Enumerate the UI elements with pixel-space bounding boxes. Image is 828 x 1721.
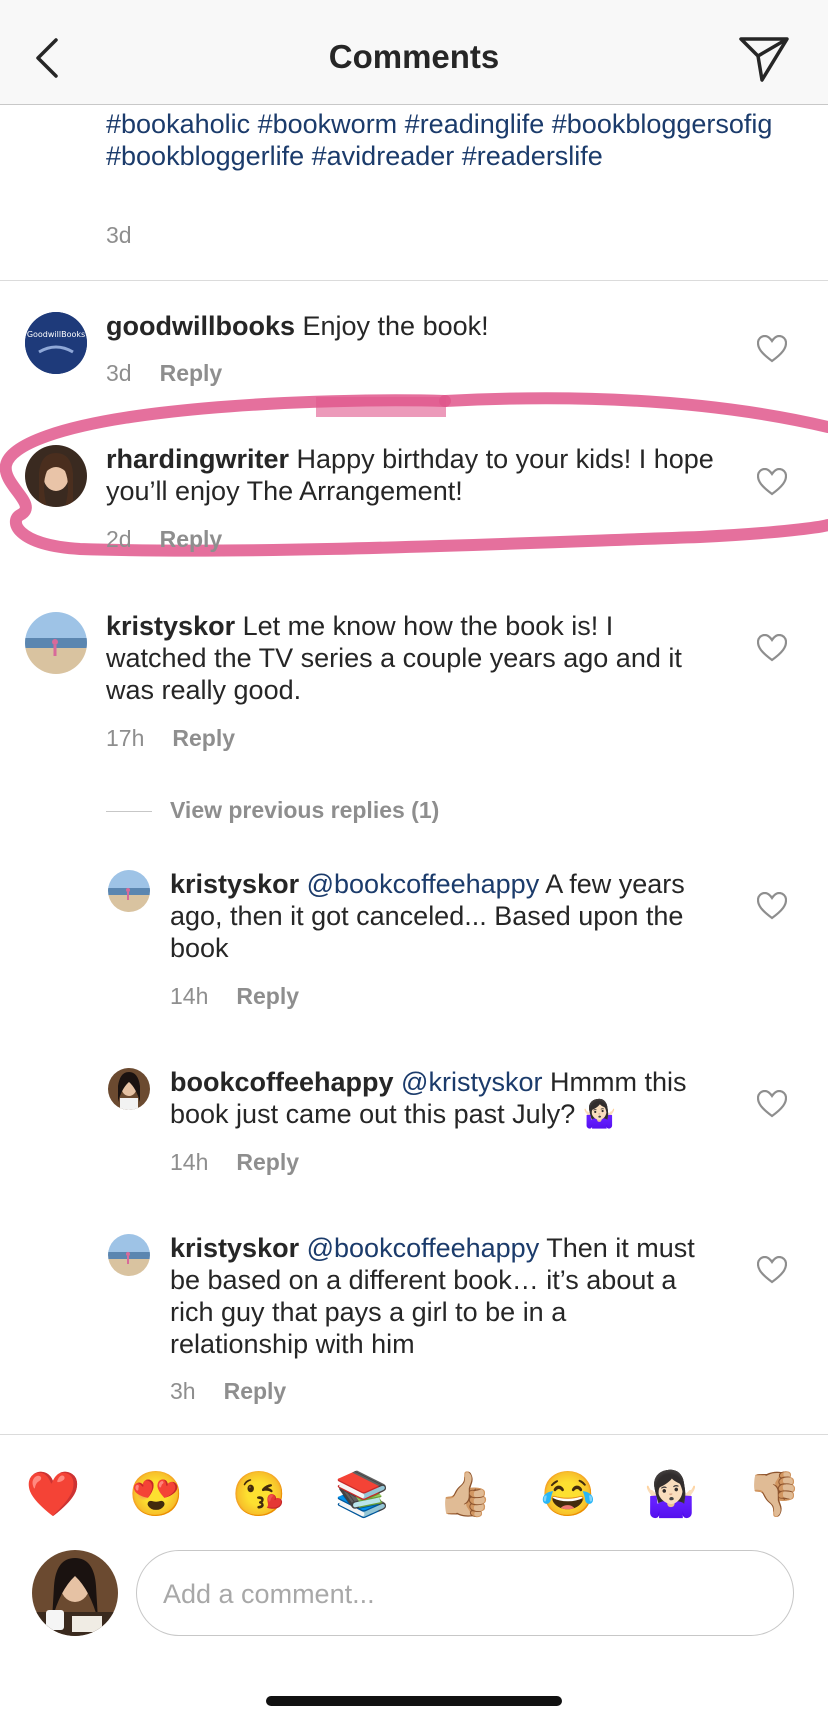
comment-username[interactable]: rhardingwriter: [106, 444, 289, 474]
mention-link[interactable]: @bookcoffeehappy: [307, 1233, 540, 1263]
books-emoji-button[interactable]: 📚: [334, 1467, 390, 1523]
view-previous-label: View previous replies (1): [170, 797, 440, 823]
emoji-quick-bar: ❤️ 😍 😘 📚 👍🏼 😂 🤷🏻‍♀️ 👎🏼: [0, 1434, 828, 1545]
reply-meta: 14h Reply: [170, 983, 299, 1010]
comment-time: 2d: [106, 526, 132, 552]
comment-username[interactable]: goodwillbooks: [106, 311, 295, 341]
reply-time: 3h: [170, 1378, 196, 1404]
reply-username[interactable]: kristyskor: [170, 869, 299, 899]
avatar-logo-text: GoodwillBooks: [27, 330, 85, 339]
reply-button[interactable]: Reply: [172, 725, 235, 751]
thumbs-up-emoji-button[interactable]: 👍🏼: [437, 1467, 493, 1523]
like-heart-icon[interactable]: [757, 634, 787, 662]
reply-button[interactable]: Reply: [224, 1378, 287, 1404]
reply-button[interactable]: Reply: [236, 1149, 299, 1175]
comment-text: rhardingwriter Happy birthday to your ki…: [106, 443, 716, 507]
avatar[interactable]: [108, 1234, 150, 1276]
page-title: Comments: [328, 38, 500, 75]
reply-button[interactable]: Reply: [160, 526, 223, 552]
reply-button[interactable]: Reply: [160, 360, 223, 386]
mention-link[interactable]: @kristyskor: [401, 1067, 542, 1097]
avatar[interactable]: [25, 612, 87, 674]
laughing-emoji-button[interactable]: 😂: [540, 1467, 596, 1523]
reply-text: bookcoffeehappy @kristyskor Hmmm this bo…: [170, 1066, 730, 1130]
reply-meta: 14h Reply: [170, 1149, 299, 1176]
mention-link[interactable]: @bookcoffeehappy: [307, 869, 540, 899]
comment-time: 17h: [106, 725, 145, 751]
comment-input-wrapper: [136, 1550, 794, 1636]
comment-body: Enjoy the book!: [295, 311, 489, 341]
like-heart-icon[interactable]: [757, 892, 787, 920]
caption-hashtags: #bookaholic #bookworm #readinglife #book…: [106, 109, 773, 171]
comment-text: goodwillbooks Enjoy the book!: [106, 310, 716, 342]
avatar[interactable]: GoodwillBooks: [25, 312, 87, 374]
comment-text: kristyskor Let me know how the book is! …: [106, 610, 716, 706]
reply-time: 14h: [170, 983, 209, 1009]
heart-emoji-button[interactable]: ❤️: [25, 1467, 81, 1523]
current-user-avatar: [32, 1550, 118, 1636]
shrug-emoji-button[interactable]: 🤷🏻‍♀️: [643, 1467, 699, 1523]
reply-meta: 3h Reply: [170, 1378, 286, 1405]
comment-meta: 2d Reply: [106, 526, 222, 553]
caption-divider: [0, 280, 828, 281]
reply-text: kristyskor @bookcoffeehappy Then it must…: [170, 1232, 710, 1360]
reply-text: kristyskor @bookcoffeehappy A few years …: [170, 868, 710, 964]
comment-meta: 17h Reply: [106, 725, 235, 752]
comment-meta: 3d Reply: [106, 360, 222, 387]
comment-username[interactable]: kristyskor: [106, 611, 235, 641]
send-icon[interactable]: [738, 34, 790, 84]
view-previous-replies-button[interactable]: View previous replies (1): [106, 797, 439, 824]
like-heart-icon[interactable]: [757, 1090, 787, 1118]
comment-time: 3d: [106, 360, 132, 386]
home-indicator[interactable]: [266, 1696, 562, 1706]
like-heart-icon[interactable]: [757, 468, 787, 496]
replies-divider-line: [106, 811, 152, 813]
reply-time: 14h: [170, 1149, 209, 1175]
heart-eyes-emoji-button[interactable]: 😍: [128, 1467, 184, 1523]
comment-input[interactable]: [161, 1569, 765, 1619]
kiss-emoji-button[interactable]: 😘: [231, 1467, 287, 1523]
caption-timestamp: 3d: [106, 222, 132, 248]
avatar[interactable]: [25, 445, 87, 507]
reply-username[interactable]: kristyskor: [170, 1233, 299, 1263]
header-bar: Comments: [0, 0, 828, 105]
like-heart-icon[interactable]: [757, 1256, 787, 1284]
thumbs-down-emoji-button[interactable]: 👎🏼: [746, 1467, 802, 1523]
avatar[interactable]: [108, 1068, 150, 1110]
like-heart-icon[interactable]: [757, 335, 787, 363]
reply-username[interactable]: bookcoffeehappy: [170, 1067, 394, 1097]
reply-button[interactable]: Reply: [236, 983, 299, 1009]
avatar[interactable]: [108, 870, 150, 912]
